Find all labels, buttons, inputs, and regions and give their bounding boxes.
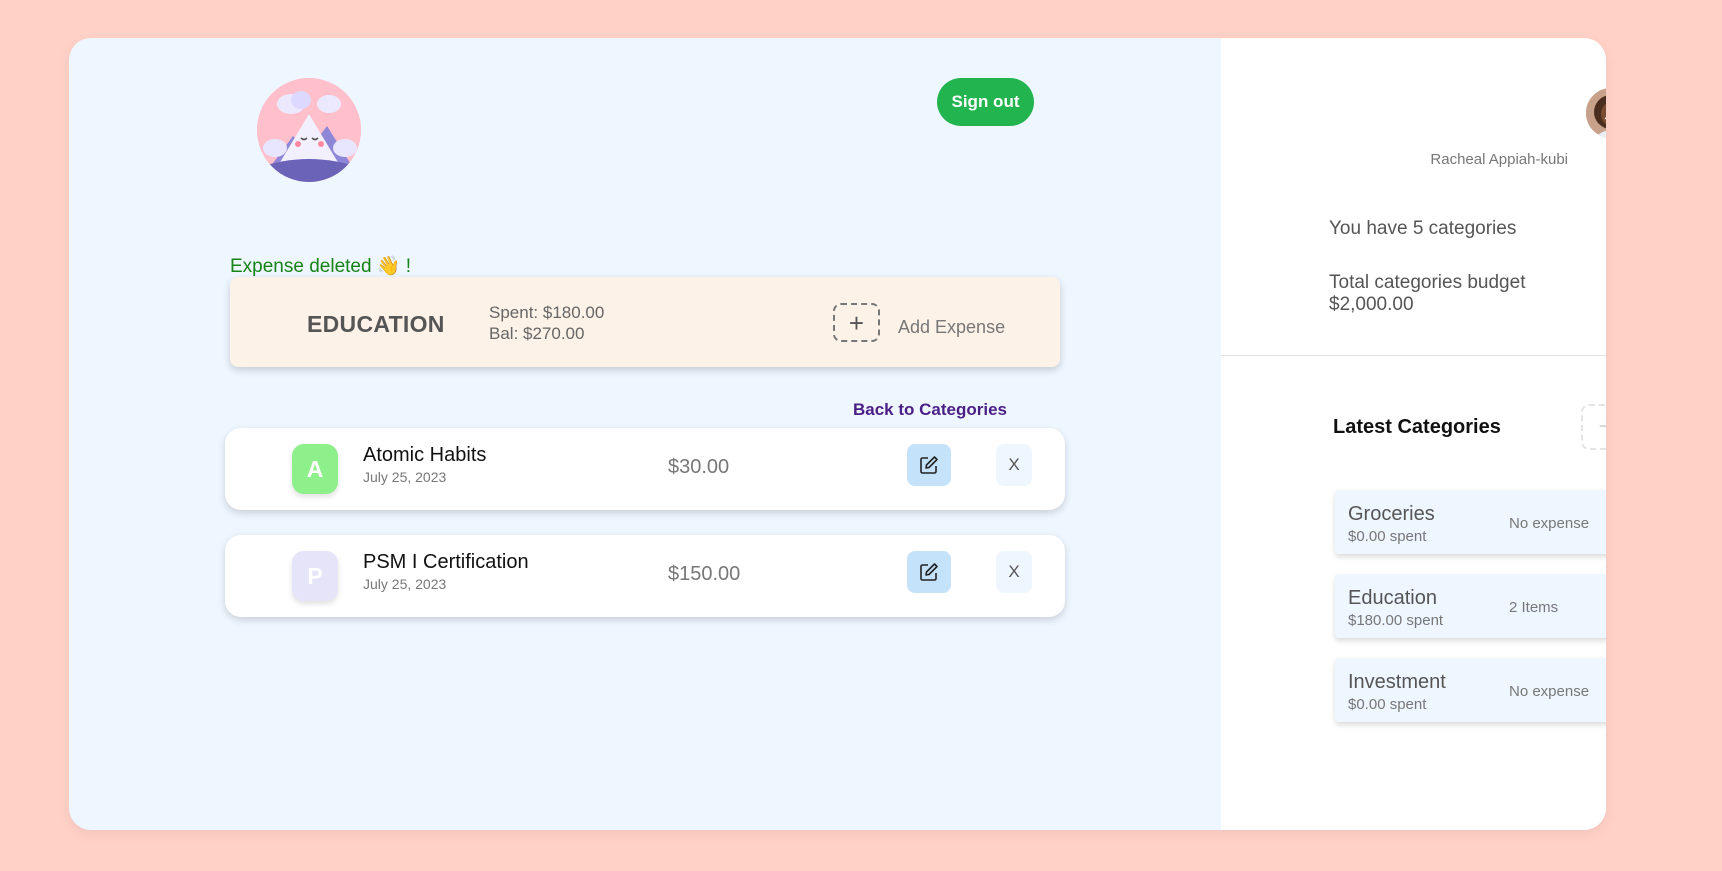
category-balance: Bal: $270.00 <box>489 324 585 343</box>
back-to-categories-link[interactable]: Back to Categories <box>853 400 1007 420</box>
edit-expense-button[interactable] <box>907 551 951 593</box>
add-category-button[interactable]: + <box>1581 404 1606 450</box>
app-logo <box>257 78 361 182</box>
divider <box>1221 355 1606 356</box>
edit-icon <box>920 563 938 581</box>
edit-expense-button[interactable] <box>907 444 951 486</box>
category-count-text: You have 5 categories <box>1329 218 1517 239</box>
sidebar: Racheal Appiah-kubi You have 5 categorie… <box>1221 38 1606 830</box>
app-window: Sign out Expense deleted 👋 ! EDUCATION S… <box>69 38 1606 830</box>
user-avatar[interactable] <box>1586 88 1606 138</box>
latest-category-count: No expense <box>1509 683 1590 700</box>
latest-category-spent: $180.00 spent <box>1348 612 1444 629</box>
total-budget-text: Total categories budget $2,000.00 <box>1329 272 1526 315</box>
delete-expense-button[interactable]: X <box>996 551 1032 593</box>
latest-category-count: No expense <box>1509 515 1590 532</box>
plus-icon: + <box>1598 410 1606 443</box>
expense-amount: $30.00 <box>668 456 730 478</box>
toast-message: Expense deleted 👋 ! <box>230 256 412 277</box>
user-photo-icon <box>1586 88 1606 138</box>
category-name: EDUCATION <box>307 311 445 337</box>
sign-out-button[interactable]: Sign out <box>937 78 1034 126</box>
expense-initial-avatar: A <box>292 444 338 494</box>
expense-date: July 25, 2023 <box>363 576 447 592</box>
latest-category-card-education[interactable]: Education $180.00 spent 2 Items <box>1335 574 1606 638</box>
plus-icon: + <box>848 307 865 338</box>
latest-category-count: 2 Items <box>1509 599 1559 616</box>
latest-categories-title: Latest Categories <box>1333 416 1501 438</box>
expense-row: P PSM I Certification July 25, 2023 $150… <box>225 535 1065 617</box>
expense-initial-avatar: P <box>292 551 338 601</box>
delete-expense-button[interactable]: X <box>996 444 1032 486</box>
add-expense-label[interactable]: Add Expense <box>898 317 1005 338</box>
expense-row: A Atomic Habits July 25, 2023 $30.00 X <box>225 428 1065 510</box>
latest-category-name: Groceries <box>1348 503 1435 525</box>
add-expense-icon-button[interactable]: + <box>833 303 880 342</box>
latest-category-name: Education <box>1348 587 1437 609</box>
expense-amount: $150.00 <box>668 563 741 585</box>
category-spent: Spent: $180.00 <box>489 303 605 322</box>
latest-category-spent: $0.00 spent <box>1348 528 1427 545</box>
cloud-mountain-logo-icon <box>257 78 361 182</box>
category-summary-card: EDUCATION Spent: $180.00 Bal: $270.00 + … <box>230 277 1060 367</box>
expense-date: July 25, 2023 <box>363 469 447 485</box>
latest-category-name: Investment <box>1348 671 1446 693</box>
expense-title: PSM I Certification <box>363 551 529 573</box>
user-name: Racheal Appiah-kubi <box>1430 151 1568 168</box>
main-panel: Sign out Expense deleted 👋 ! EDUCATION S… <box>69 38 1221 830</box>
latest-category-spent: $0.00 spent <box>1348 696 1427 713</box>
expense-title: Atomic Habits <box>363 444 487 466</box>
edit-icon <box>920 456 938 474</box>
latest-category-card-groceries[interactable]: Groceries $0.00 spent No expense <box>1335 490 1606 554</box>
latest-category-card-investment[interactable]: Investment $0.00 spent No expense <box>1335 658 1606 722</box>
